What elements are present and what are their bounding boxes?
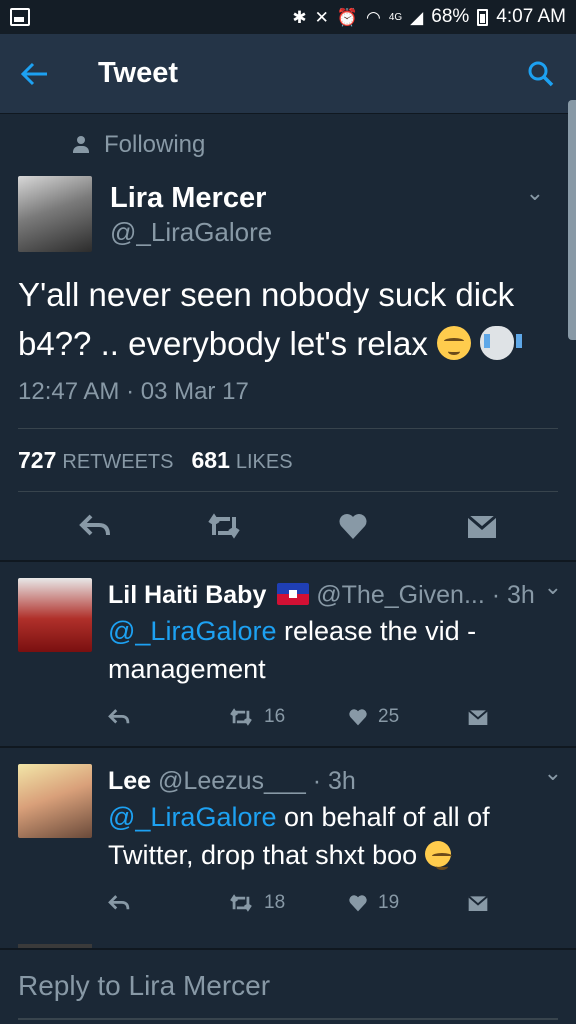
- reply-text-line: management: [108, 654, 266, 684]
- reply-tweet[interactable]: Lil Haiti Baby @The_Given... · 3h @_Lira…: [0, 562, 576, 746]
- direct-message-button[interactable]: [458, 502, 506, 550]
- reply-tweet[interactable]: Lee @Leezus___ · 3h @_LiraGalore on beha…: [0, 748, 576, 932]
- tweet-stats: 727 RETWEETS 681 LIKES: [0, 429, 576, 491]
- reply-age: · 3h: [491, 581, 535, 609]
- retweet-icon: [230, 894, 252, 912]
- signal-icon: ◢: [410, 7, 424, 27]
- reply-button[interactable]: [71, 502, 119, 550]
- retweets-stat[interactable]: 727 RETWEETS: [18, 447, 174, 474]
- tweet-detail: Following Lira Mercer @_LiraGalore ⌄ Y'a…: [0, 114, 576, 932]
- reply-button[interactable]: [108, 708, 228, 726]
- reply-text-line: Twitter, drop that shxt boo: [108, 840, 418, 870]
- like-icon: [349, 895, 367, 912]
- alarm-icon: ⏰: [336, 7, 358, 27]
- avatar[interactable]: [18, 176, 92, 252]
- like-button[interactable]: 25: [348, 706, 468, 728]
- crying-cat-icon: [480, 326, 523, 360]
- reply-text: @_LiraGalore on behalf of all of Twitter…: [108, 798, 558, 874]
- retweet-count: 16: [264, 706, 286, 727]
- reply-header: Lil Haiti Baby @The_Given... · 3h: [108, 578, 558, 612]
- app-bar: Tweet: [0, 34, 576, 114]
- reply-text-line: release the vid -: [276, 616, 477, 646]
- like-icon: [349, 709, 367, 726]
- reply-input[interactable]: Reply to Lira Mercer: [18, 970, 270, 1002]
- reply-age: · 3h: [312, 767, 356, 795]
- person-icon: [72, 136, 90, 154]
- clock: 4:07 AM: [496, 6, 566, 27]
- tweet-timestamp[interactable]: 12:47 AM · 03 Mar 17: [0, 376, 576, 416]
- mention-link[interactable]: @_LiraGalore: [108, 802, 277, 832]
- author-name[interactable]: Lira Mercer: [110, 180, 272, 216]
- avatar[interactable]: [18, 764, 92, 838]
- battery-percent: 68%: [431, 6, 470, 27]
- network-type: 4G: [388, 11, 403, 23]
- reply-author-name[interactable]: Lee: [108, 767, 151, 795]
- battery-icon: [477, 8, 489, 26]
- haiti-flag-icon: [277, 583, 310, 605]
- reply-icon: [108, 709, 130, 724]
- bluetooth-icon: ✱: [292, 7, 307, 27]
- reply-author-name[interactable]: Lil Haiti Baby: [108, 581, 266, 609]
- status-bar: ✱ ✕ ⏰ ◠ 4G ◢ 68% 4:07 AM: [0, 0, 576, 34]
- retweet-button[interactable]: 16: [228, 706, 348, 728]
- search-icon: [528, 61, 554, 86]
- like-button[interactable]: [329, 502, 377, 550]
- like-count: 25: [378, 706, 400, 727]
- direct-message-icon: [466, 514, 497, 538]
- like-count: 19: [378, 892, 400, 913]
- like-icon: [339, 514, 366, 539]
- back-button[interactable]: [0, 34, 70, 114]
- mention-link[interactable]: @_LiraGalore: [108, 616, 277, 646]
- author-handle[interactable]: @_LiraGalore: [110, 216, 272, 248]
- direct-message-button[interactable]: [468, 708, 488, 726]
- avatar[interactable]: [18, 578, 92, 652]
- chevron-down-icon[interactable]: ⌄: [544, 574, 562, 600]
- reply-icon: [78, 514, 110, 536]
- direct-message-icon: [468, 895, 488, 911]
- direct-message-button[interactable]: [468, 894, 488, 912]
- retweet-button[interactable]: 18: [228, 892, 348, 914]
- search-button[interactable]: [506, 34, 576, 114]
- page-title: Tweet: [98, 57, 179, 89]
- reply-author-handle[interactable]: @The_Given...: [316, 581, 485, 609]
- chevron-down-icon[interactable]: ⌄: [526, 180, 544, 206]
- direct-message-icon: [468, 709, 488, 725]
- tweet-text: Y'all never seen nobody suck dick b4?? .…: [0, 270, 576, 368]
- wifi-icon: ◠: [365, 7, 381, 27]
- retweet-icon: [207, 513, 240, 539]
- reply-icon: [108, 895, 130, 910]
- relieved-face-icon: [437, 326, 472, 360]
- likes-stat[interactable]: 681 LIKES: [192, 447, 293, 474]
- reply-text: @_LiraGalore release the vid - managemen…: [108, 612, 558, 688]
- tweet-actions: [0, 492, 576, 560]
- reply-actions: 16 25: [108, 688, 558, 746]
- reply-composer[interactable]: Reply to Lira Mercer: [0, 948, 576, 1024]
- back-arrow-icon: [21, 62, 47, 85]
- retweet-count: 18: [264, 892, 286, 913]
- reply-text-line: on behalf of all of: [276, 802, 490, 832]
- reply-actions: 18 19: [108, 874, 558, 932]
- tweet-text-line: Y'all never seen nobody suck dick: [18, 276, 515, 313]
- social-context-label: Following: [104, 131, 206, 158]
- tweet-author[interactable]: Lira Mercer @_LiraGalore ⌄: [0, 176, 576, 264]
- input-underline: [18, 1018, 558, 1020]
- reply-button[interactable]: [108, 894, 228, 912]
- tweet-text-line: b4?? .. everybody let's relax: [18, 325, 428, 362]
- social-context: Following: [0, 114, 576, 176]
- reply-author-handle[interactable]: @Leezus___: [158, 767, 306, 795]
- retweet-icon: [230, 708, 252, 726]
- retweet-button[interactable]: [200, 502, 248, 550]
- mute-icon: ✕: [314, 7, 329, 27]
- image-icon: [10, 8, 30, 26]
- reply-header: Lee @Leezus___ · 3h: [108, 764, 558, 798]
- like-button[interactable]: 19: [348, 892, 468, 914]
- relieved-face-icon: [424, 841, 452, 870]
- chevron-down-icon[interactable]: ⌄: [544, 760, 562, 786]
